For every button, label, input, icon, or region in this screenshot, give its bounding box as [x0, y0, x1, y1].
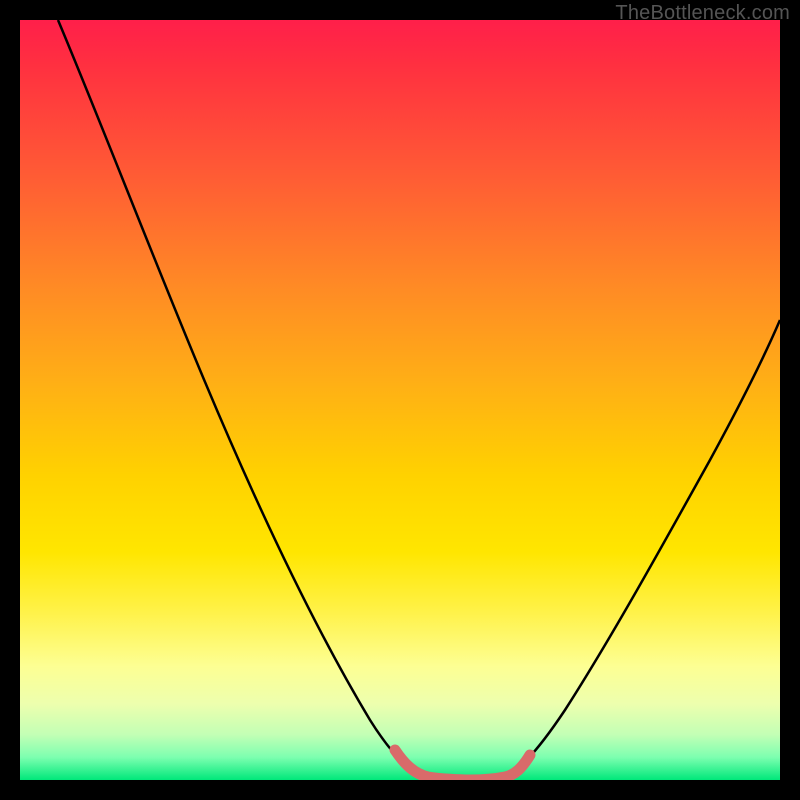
- chart-svg: [20, 20, 780, 780]
- chart-container: TheBottleneck.com: [0, 0, 800, 800]
- right-curve-path: [500, 320, 780, 778]
- left-curve-path: [58, 20, 425, 778]
- plot-area: [20, 20, 780, 780]
- bottom-highlight-path: [395, 750, 530, 780]
